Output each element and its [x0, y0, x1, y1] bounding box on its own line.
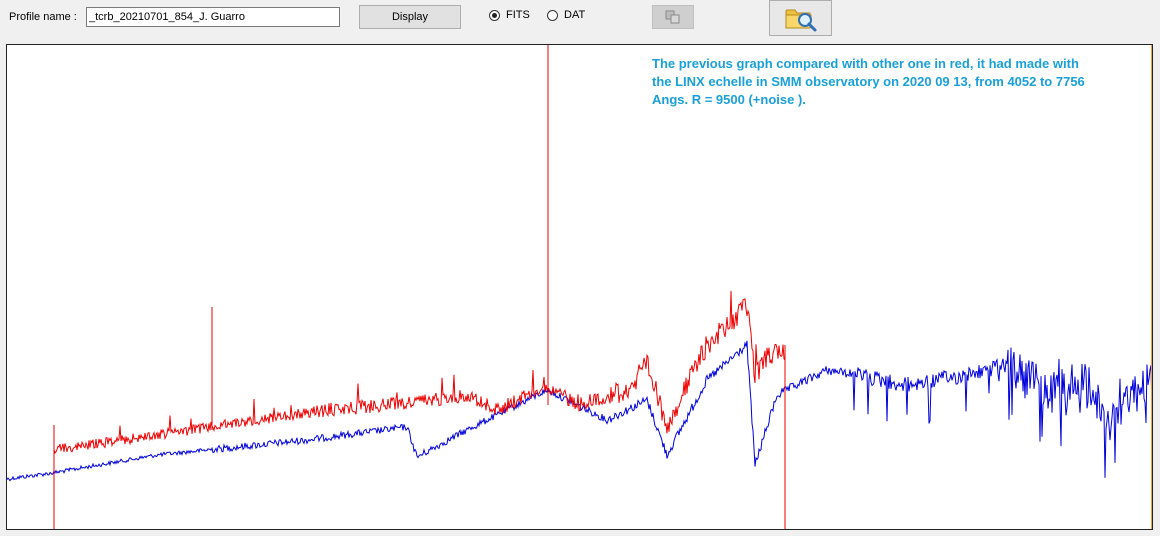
spectrum-plot[interactable]: The previous graph compared with other o… [6, 44, 1153, 530]
radio-dat-label: DAT [564, 9, 586, 21]
radio-dat[interactable]: DAT [547, 9, 585, 21]
plot-annotation: The previous graph compared with other o… [652, 56, 1085, 107]
copy-button[interactable] [652, 5, 694, 29]
profile-name-input[interactable] [86, 7, 340, 27]
open-file-button[interactable] [769, 0, 832, 36]
folder-search-icon [785, 9, 816, 32]
red-spectrum-line [53, 45, 786, 529]
radio-fits-circle[interactable] [489, 9, 500, 21]
spectrum-svg [7, 45, 1152, 529]
plot-right-edge [1151, 45, 1152, 529]
profile-name-label: Profile name : [9, 11, 77, 23]
copy-icon [665, 10, 680, 24]
radio-fits-label: FITS [506, 9, 530, 21]
toolbar: Profile name : Display FITS DAT [0, 0, 1160, 42]
display-button[interactable]: Display [359, 5, 461, 29]
radio-fits[interactable]: FITS [489, 9, 530, 21]
radio-dat-circle[interactable] [547, 9, 558, 21]
